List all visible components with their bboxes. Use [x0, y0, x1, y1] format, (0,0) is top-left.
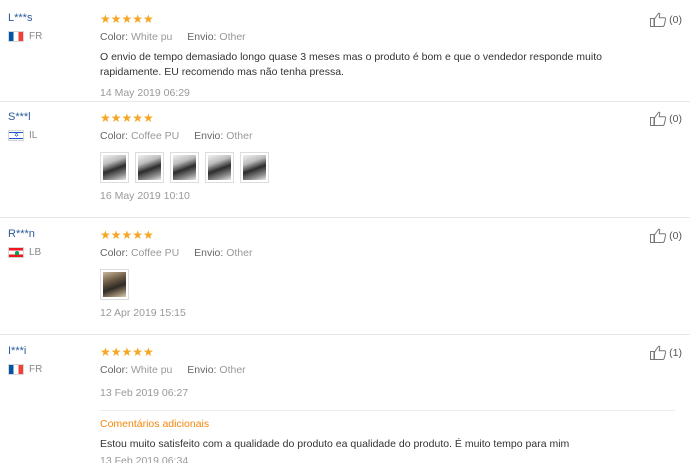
israel-flag-icon: ✡: [8, 130, 24, 141]
shipping-label: Envio:: [187, 31, 217, 43]
review-photo-thumbnail[interactable]: [170, 152, 199, 183]
star-rating: ★★★★★: [100, 111, 154, 125]
shipping-label: Envio:: [194, 247, 224, 259]
lebanon-flag-icon: [8, 247, 24, 258]
review-divider: [0, 217, 690, 218]
order-attributes: Color: White pu Envio: Other: [100, 364, 675, 376]
review-divider: [0, 101, 690, 102]
reviewer-country: FR: [8, 364, 42, 375]
reviewer-info: L***s FR: [8, 12, 42, 42]
review-photos: [100, 269, 675, 300]
country-code: FR: [29, 364, 43, 375]
review-content: ★★★★★ Color: Coffee PU Envio: Other 12 A…: [100, 228, 675, 319]
thumbs-up-icon: [650, 111, 667, 126]
france-flag-icon: [8, 31, 24, 42]
thumbs-up-icon: [650, 12, 667, 27]
helpful-button[interactable]: (0): [650, 12, 682, 27]
review-date: 13 Feb 2019 06:27: [100, 387, 189, 399]
country-code: IL: [29, 130, 38, 141]
review-photos: [100, 152, 675, 183]
review-date: 12 Apr 2019 15:15: [100, 307, 186, 319]
color-value: Coffee PU: [130, 130, 180, 142]
review-photo-thumbnail[interactable]: [240, 152, 269, 183]
star-rating: ★★★★★: [100, 345, 154, 359]
review-photo-thumbnail[interactable]: [100, 152, 129, 183]
shipping-value: Other: [219, 31, 246, 43]
reviewer-name: S***l: [8, 111, 31, 123]
reviewer-info: R***n LB: [8, 228, 41, 258]
review-photo-thumbnail[interactable]: [100, 269, 129, 300]
color-value: White pu: [130, 31, 173, 43]
star-rating: ★★★★★: [100, 12, 154, 26]
review-date: 16 May 2019 10:10: [100, 190, 190, 202]
country-code: LB: [29, 247, 42, 258]
reviewer-country: LB: [8, 247, 41, 258]
helpful-button[interactable]: (0): [650, 228, 682, 243]
thumbs-up-icon: [650, 345, 667, 360]
reviewer-country: ✡ IL: [8, 130, 37, 141]
thumbs-up-icon: [650, 228, 667, 243]
color-label: Color:: [100, 130, 129, 142]
review-photo-thumbnail[interactable]: [205, 152, 234, 183]
reviewer-name: I***i: [8, 345, 27, 357]
color-label: Color:: [100, 364, 129, 376]
additional-feedback: Comentários adicionais Estou muito satis…: [100, 410, 675, 463]
helpful-count: (0): [669, 13, 682, 26]
review-divider: [0, 334, 690, 335]
reviewer-name: L***s: [8, 12, 33, 24]
helpful-count: (0): [669, 229, 682, 242]
helpful-button[interactable]: (0): [650, 111, 682, 126]
review-text: O envio de tempo demasiado longo quase 3…: [100, 51, 602, 78]
shipping-value: Other: [226, 130, 253, 142]
order-attributes: Color: Coffee PU Envio: Other: [100, 130, 675, 142]
review-content: ★★★★★ Color: White pu Envio: Other O env…: [100, 12, 675, 99]
color-label: Color:: [100, 247, 129, 259]
additional-feedback-text: Estou muito satisfeito com a qualidade d…: [100, 438, 570, 450]
additional-feedback-date: 13 Feb 2019 06:34: [100, 455, 189, 463]
order-attributes: Color: White pu Envio: Other: [100, 31, 675, 43]
reviewer-name: R***n: [8, 228, 35, 240]
shipping-value: Other: [226, 247, 253, 259]
star-rating: ★★★★★: [100, 228, 154, 242]
order-attributes: Color: Coffee PU Envio: Other: [100, 247, 675, 259]
helpful-count: (0): [669, 112, 682, 125]
helpful-button[interactable]: (1): [650, 345, 682, 360]
review-content: ★★★★★ Color: White pu Envio: Other 13 Fe…: [100, 345, 675, 463]
review-item: R***n LB ★★★★★ Color: Coffee PU Envio: O…: [0, 228, 690, 335]
review-item: I***i FR ★★★★★ Color: White pu Envio: Ot…: [0, 345, 690, 463]
shipping-label: Envio:: [187, 364, 217, 376]
reviewer-country: FR: [8, 31, 42, 42]
additional-feedback-title: Comentários adicionais: [100, 418, 210, 430]
review-item: L***s FR ★★★★★ Color: White pu Envio: Ot…: [0, 12, 690, 102]
review-date: 14 May 2019 06:29: [100, 87, 190, 99]
review-content: ★★★★★ Color: Coffee PU Envio: Other 16 M…: [100, 111, 675, 202]
reviewer-info: S***l ✡ IL: [8, 111, 37, 141]
color-value: Coffee PU: [130, 247, 180, 259]
color-value: White pu: [130, 364, 173, 376]
reviewer-info: I***i FR: [8, 345, 42, 375]
review-photo-thumbnail[interactable]: [135, 152, 164, 183]
review-item: S***l ✡ IL ★★★★★ Color: Coffee PU Envio:…: [0, 111, 690, 218]
helpful-count: (1): [669, 346, 682, 359]
shipping-value: Other: [219, 364, 246, 376]
france-flag-icon: [8, 364, 24, 375]
country-code: FR: [29, 31, 43, 42]
color-label: Color:: [100, 31, 129, 43]
shipping-label: Envio:: [194, 130, 224, 142]
